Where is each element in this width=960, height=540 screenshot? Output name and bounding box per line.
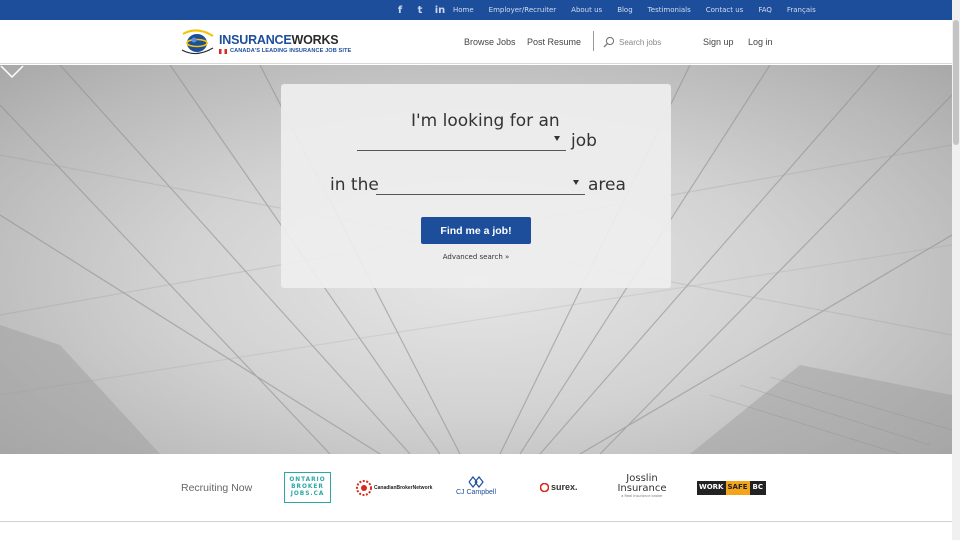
- in-the-text: in the: [330, 175, 379, 195]
- nav-browse-jobs[interactable]: Browse Jobs: [464, 37, 516, 47]
- chevron-down-icon: [554, 136, 560, 141]
- site-header: INSURANCEWORKS CANADA'S LEADING INSURANC…: [0, 20, 952, 64]
- job-type-select[interactable]: [357, 131, 566, 151]
- top-link-contact[interactable]: Contact us: [706, 6, 744, 14]
- partner-ontario-broker-jobs[interactable]: ONTARIO BROKER JOBS.CA: [284, 472, 331, 503]
- canada-flag-icon: [219, 48, 227, 54]
- chevron-down-icon: [573, 180, 579, 185]
- logo-tagline: CANADA'S LEADING INSURANCE JOB SITE: [219, 48, 351, 54]
- partner-josslin-insurance[interactable]: Josslin Insurance a Real Insurance broke…: [612, 474, 672, 499]
- scroll-down-chevron-icon[interactable]: [0, 65, 24, 79]
- partner-canadian-broker-network[interactable]: CanadianBrokerNetwork: [356, 480, 432, 496]
- area-select[interactable]: [376, 175, 585, 195]
- recruiting-now-strip: Recruiting Now ONTARIO BROKER JOBS.CA Ca…: [0, 454, 952, 522]
- nav-sign-up[interactable]: Sign up: [703, 37, 734, 47]
- advanced-search-link[interactable]: Advanced search »: [281, 253, 671, 261]
- logo-text: INSURANCEWORKS CANADA'S LEADING INSURANC…: [219, 33, 351, 54]
- partner-surex[interactable]: surex.: [540, 482, 578, 492]
- nav-divider: [593, 31, 594, 51]
- logo-wordmark: INSURANCEWORKS: [219, 33, 339, 47]
- top-utility-bar: f t in Home Employer/Recruiter About us …: [0, 0, 952, 20]
- nav-post-resume[interactable]: Post Resume: [527, 37, 581, 47]
- top-link-home[interactable]: Home: [453, 6, 474, 14]
- job-search-panel: I'm looking for an job in the area Find …: [281, 84, 671, 288]
- cbn-logo-icon: [356, 480, 372, 496]
- partner-cj-campbell[interactable]: CJ Campbell: [452, 476, 500, 496]
- find-job-button[interactable]: Find me a job!: [421, 217, 531, 244]
- facebook-icon[interactable]: f: [394, 4, 406, 16]
- top-link-about[interactable]: About us: [571, 6, 602, 14]
- insuranceworks-logo[interactable]: INSURANCEWORKS CANADA'S LEADING INSURANC…: [180, 28, 356, 56]
- top-link-faq[interactable]: FAQ: [758, 6, 772, 14]
- social-links: f t in: [394, 4, 446, 16]
- search-icon[interactable]: [603, 36, 615, 48]
- area-word: area: [588, 175, 626, 195]
- top-link-francais[interactable]: Français: [787, 6, 816, 14]
- top-links: Home Employer/Recruiter About us Blog Te…: [453, 0, 831, 20]
- linkedin-icon[interactable]: in: [434, 4, 446, 16]
- partner-worksafebc[interactable]: WORK SAFE BC: [697, 481, 767, 495]
- twitter-icon[interactable]: t: [414, 4, 426, 16]
- top-link-blog[interactable]: Blog: [617, 6, 632, 14]
- surex-logo-icon: [540, 482, 549, 492]
- nav-log-in[interactable]: Log in: [748, 37, 773, 47]
- logo-globe-icon: [181, 29, 214, 55]
- looking-for-text: I'm looking for an: [411, 111, 560, 131]
- cj-campbell-logo-icon: [468, 476, 484, 488]
- search-input[interactable]: [619, 34, 691, 50]
- job-word: job: [571, 131, 597, 151]
- page-scrollbar-thumb[interactable]: [953, 20, 959, 145]
- recruiting-now-label: Recruiting Now: [181, 482, 253, 494]
- hero-section: I'm looking for an job in the area Find …: [0, 65, 952, 454]
- top-link-testimonials[interactable]: Testimonials: [648, 6, 691, 14]
- top-link-employer[interactable]: Employer/Recruiter: [489, 6, 557, 14]
